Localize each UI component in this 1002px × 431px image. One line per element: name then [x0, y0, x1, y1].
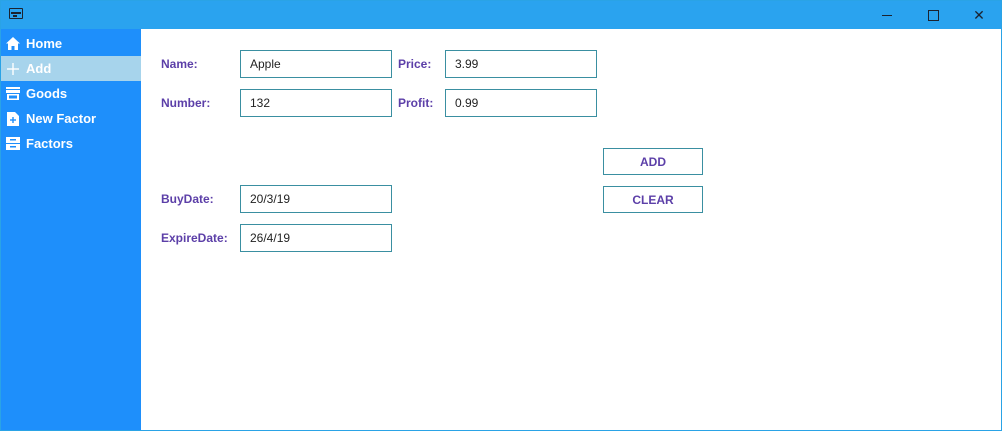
expiredate-input[interactable] — [250, 231, 391, 245]
buydate-label: BuyDate: — [161, 192, 214, 206]
expiredate-label: ExpireDate: — [161, 231, 228, 245]
store-icon — [6, 87, 20, 101]
maximize-button[interactable] — [910, 1, 956, 29]
add-button[interactable]: ADD — [603, 148, 703, 175]
buydate-field[interactable] — [240, 185, 392, 213]
sidebar: Home Add Goods New Factor Factors — [1, 29, 141, 430]
price-field[interactable] — [445, 50, 597, 78]
profit-label: Profit: — [398, 96, 434, 110]
price-label: Price: — [398, 57, 432, 71]
profit-field[interactable] — [445, 89, 597, 117]
sidebar-item-factors[interactable]: Factors — [1, 131, 141, 156]
sidebar-item-label: Goods — [26, 86, 68, 101]
app-window: ✕ Home Add Goods New Factor Factors Name… — [0, 0, 1002, 431]
sidebar-item-label: Home — [26, 36, 63, 51]
maximize-icon — [927, 9, 939, 21]
cabinet-icon — [6, 137, 20, 151]
buydate-input[interactable] — [250, 192, 391, 206]
close-icon: ✕ — [973, 6, 985, 23]
number-field[interactable] — [240, 89, 392, 117]
new-document-icon — [6, 111, 20, 126]
name-input[interactable] — [250, 57, 391, 71]
sidebar-item-home[interactable]: Home — [1, 31, 141, 56]
expiredate-field[interactable] — [240, 224, 392, 252]
close-button[interactable]: ✕ — [956, 1, 1001, 29]
sidebar-item-goods[interactable]: Goods — [1, 81, 141, 106]
sidebar-item-label: Add — [26, 61, 52, 76]
minimize-icon — [882, 14, 892, 16]
number-input[interactable] — [250, 96, 391, 110]
sidebar-item-label: Factors — [26, 136, 73, 151]
clear-button[interactable]: CLEAR — [603, 186, 703, 213]
minimize-button[interactable] — [864, 1, 910, 29]
sidebar-item-label: New Factor — [26, 111, 97, 126]
title-bar[interactable]: ✕ — [1, 1, 1001, 29]
home-icon — [6, 37, 20, 51]
app-window-icon — [9, 8, 23, 19]
sidebar-item-new-factor[interactable]: New Factor — [1, 106, 141, 131]
plus-icon — [6, 62, 20, 76]
profit-input[interactable] — [455, 96, 596, 110]
name-label: Name: — [161, 57, 198, 71]
name-field[interactable] — [240, 50, 392, 78]
price-input[interactable] — [455, 57, 596, 71]
sidebar-item-add[interactable]: Add — [1, 56, 141, 81]
number-label: Number: — [161, 96, 211, 110]
